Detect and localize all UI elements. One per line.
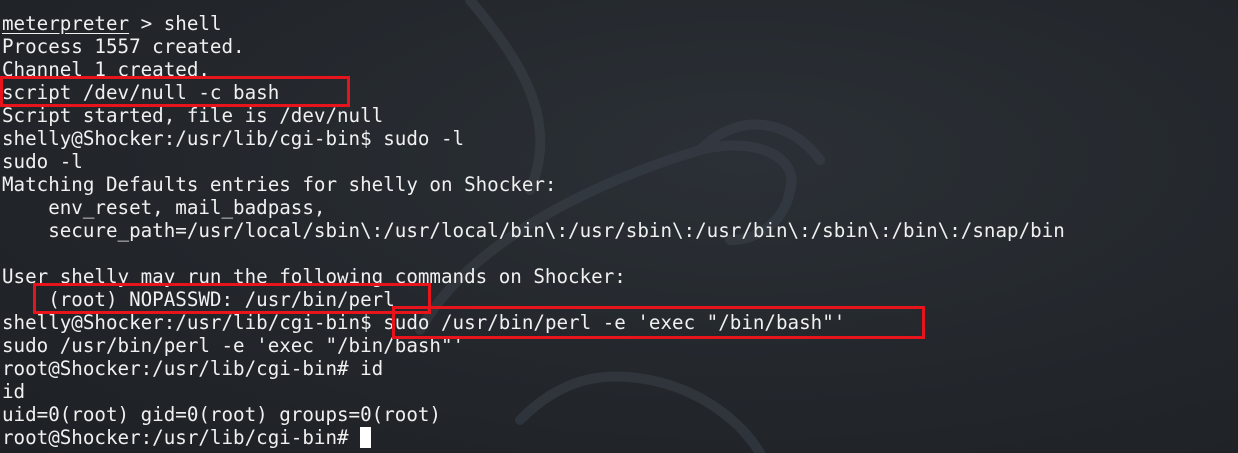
highlight-box-script-command xyxy=(0,76,350,107)
terminal-line: secure_path=/usr/local/sbin\:/usr/local/… xyxy=(2,219,1065,242)
terminal-window[interactable]: meterpreter > shell Process 1557 created… xyxy=(0,0,1238,453)
terminal-line: Script started, file is /dev/null xyxy=(2,104,384,127)
root-prompt: root@Shocker:/usr/lib/cgi-bin# xyxy=(2,426,349,449)
terminal-line: Process 1557 created. xyxy=(2,35,245,58)
terminal-line: uid=0(root) gid=0(root) groups=0(root) xyxy=(2,403,441,426)
terminal-line: id xyxy=(2,380,26,403)
command-text: id xyxy=(348,357,384,380)
terminal-line: Matching Defaults entries for shelly on … xyxy=(2,173,557,196)
command-input[interactable] xyxy=(349,426,361,449)
command-text: > shell xyxy=(129,12,222,35)
shell-prompt: shelly@Shocker:/usr/lib/cgi-bin$ xyxy=(2,127,372,150)
command-text: sudo -l xyxy=(371,127,465,150)
meterpreter-prompt: meterpreter xyxy=(2,12,130,35)
terminal-line[interactable]: root@Shocker:/usr/lib/cgi-bin# xyxy=(2,426,372,449)
terminal-line: env_reset, mail_badpass, xyxy=(2,196,326,219)
terminal-line: root@Shocker:/usr/lib/cgi-bin# id xyxy=(2,357,383,380)
terminal-line: sudo -l xyxy=(2,150,83,173)
highlight-box-sudo-permission xyxy=(33,283,431,314)
highlight-box-perl-exec xyxy=(392,306,925,339)
block-cursor-icon xyxy=(360,427,372,448)
root-prompt: root@Shocker:/usr/lib/cgi-bin# xyxy=(2,357,349,380)
shell-prompt: shelly@Shocker:/usr/lib/cgi-bin$ xyxy=(2,311,372,334)
terminal-line: meterpreter > shell xyxy=(2,12,222,35)
terminal-line: shelly@Shocker:/usr/lib/cgi-bin$ sudo -l xyxy=(2,127,464,150)
